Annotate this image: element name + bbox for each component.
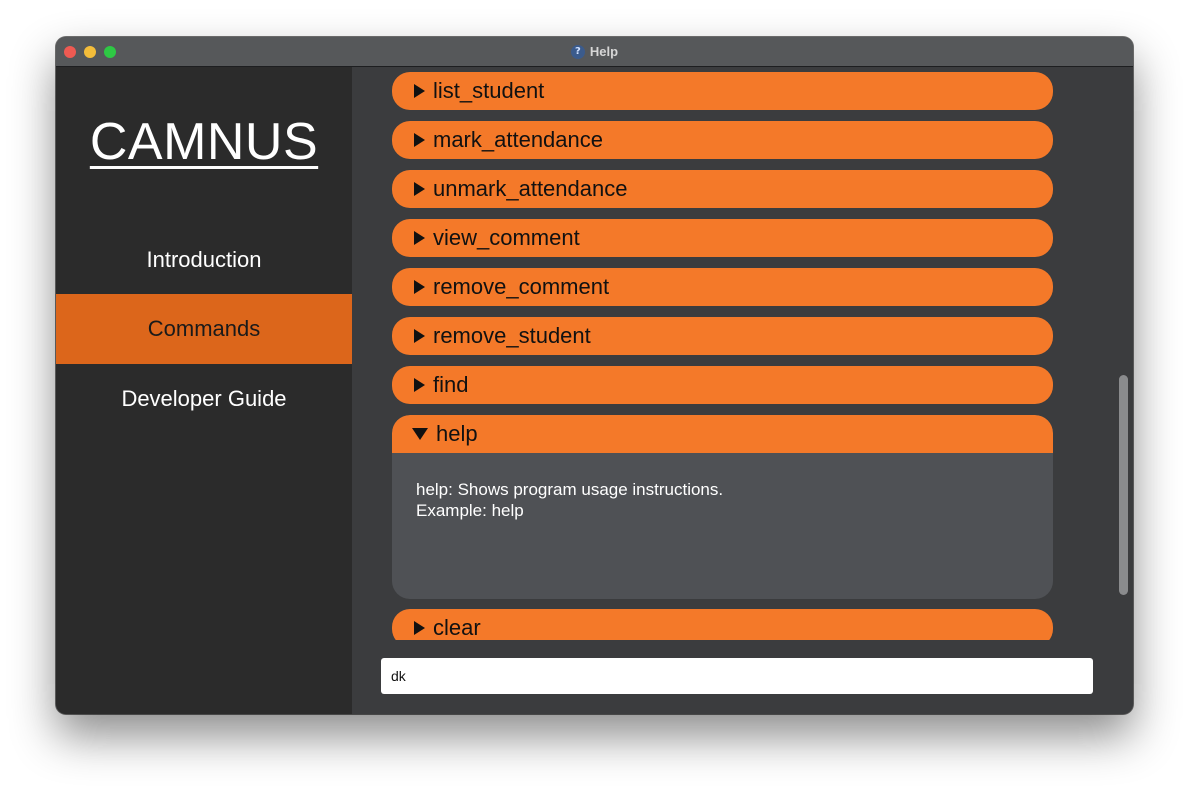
collapse-triangle-icon — [412, 428, 428, 440]
help-window: ? Help CAMNUS Introduction Commands Deve… — [56, 37, 1133, 714]
scrollbar-thumb[interactable] — [1119, 375, 1128, 595]
window-title-group: ? Help — [56, 37, 1133, 66]
expand-triangle-icon — [414, 280, 425, 294]
expand-triangle-icon — [414, 378, 425, 392]
command-label: remove_comment — [433, 274, 610, 299]
command-item-unmark-attendance[interactable]: unmark_attendance — [392, 170, 1053, 208]
command-example-text: Example: help — [416, 501, 524, 520]
expand-triangle-icon — [414, 133, 425, 147]
vertical-scrollbar[interactable] — [1115, 67, 1133, 714]
command-label: clear — [433, 615, 481, 640]
sidebar-item-developer-guide[interactable]: Developer Guide — [56, 364, 352, 434]
sidebar-item-introduction[interactable]: Introduction — [56, 225, 352, 295]
command-label: help — [436, 421, 478, 446]
sidebar: CAMNUS Introduction Commands Developer G… — [56, 67, 352, 714]
expand-triangle-icon — [414, 231, 425, 245]
command-item-remove-student[interactable]: remove_student — [392, 317, 1053, 355]
command-item-remove-comment[interactable]: remove_comment — [392, 268, 1053, 306]
question-mark-icon: ? — [570, 44, 585, 59]
command-item-mark-attendance[interactable]: mark_attendance — [392, 121, 1053, 159]
commands-content: list_student mark_attendance unmark_atte… — [352, 67, 1133, 714]
command-item-view-comment[interactable]: view_comment — [392, 219, 1053, 257]
command-label: view_comment — [433, 225, 580, 250]
command-label: find — [433, 372, 469, 397]
command-item-list-student[interactable]: list_student — [392, 72, 1053, 110]
command-item-help[interactable]: help — [392, 415, 1053, 453]
command-usage-text: help: Shows program usage instructions. — [416, 480, 724, 499]
window-title: Help — [589, 44, 619, 59]
command-input[interactable] — [381, 658, 1093, 694]
command-item-help-expanded: help help: Shows program usage instructi… — [392, 415, 1053, 599]
expand-triangle-icon — [414, 84, 425, 98]
expand-triangle-icon — [414, 621, 425, 635]
command-item-clear[interactable]: clear — [392, 609, 1053, 640]
sidebar-item-commands[interactable]: Commands — [56, 294, 352, 364]
command-accordion-list[interactable]: list_student mark_attendance unmark_atte… — [392, 67, 1053, 640]
command-label: mark_attendance — [433, 127, 603, 152]
expand-triangle-icon — [414, 182, 425, 196]
command-description: help: Shows program usage instructions. … — [416, 479, 723, 521]
app-logo: CAMNUS — [89, 113, 319, 171]
title-bar[interactable]: ? Help — [56, 37, 1133, 67]
command-item-find[interactable]: find — [392, 366, 1053, 404]
command-label: list_student — [433, 78, 545, 103]
command-label: unmark_attendance — [433, 176, 628, 201]
expand-triangle-icon — [414, 329, 425, 343]
command-label: remove_student — [433, 323, 591, 348]
